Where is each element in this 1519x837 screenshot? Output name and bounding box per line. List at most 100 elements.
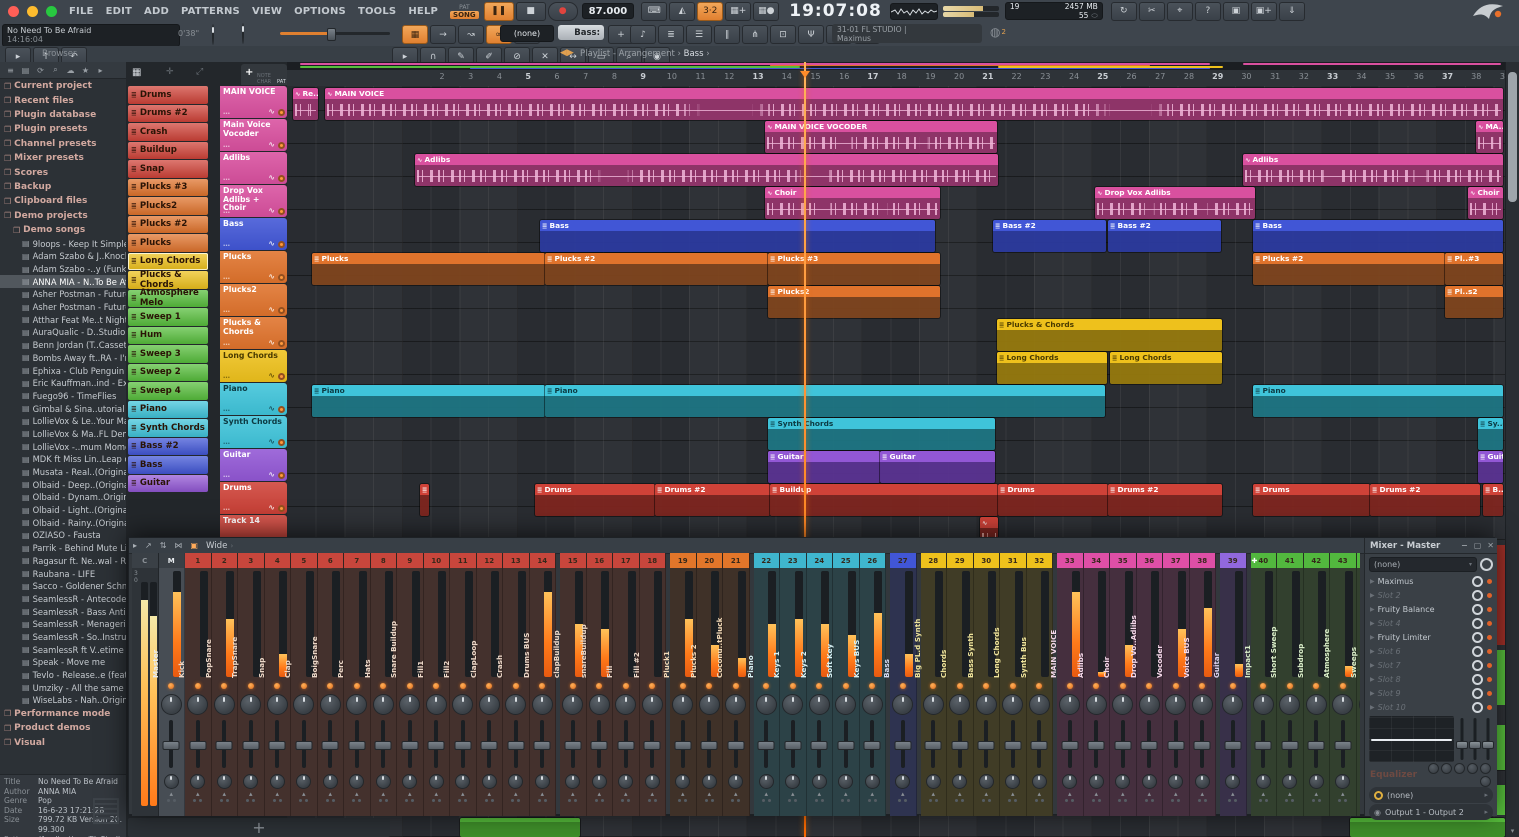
clip[interactable]: ≣Pl..s2 (1445, 286, 1503, 318)
send-knob[interactable] (833, 772, 859, 790)
browser-item[interactable]: ❒Demo projects (0, 209, 126, 223)
browser-item[interactable]: ❒Scores (0, 165, 126, 179)
route-arrow-icon[interactable]: ▴ (707, 790, 711, 798)
cloud-icon[interactable]: ☁ (63, 66, 78, 75)
mute-led[interactable] (371, 680, 397, 692)
clip[interactable]: ≣Bass (1253, 220, 1503, 252)
star-icon[interactable]: ★ (78, 66, 93, 75)
menu-edit[interactable]: EDIT (100, 6, 138, 17)
clip[interactable]: ≣Pl..#3 (1445, 253, 1503, 285)
step-edit-icon[interactable]: ▦ (402, 25, 428, 44)
effect-slot[interactable]: ▶Fruity Balance (1365, 602, 1497, 616)
browser-item[interactable]: ▤Asher Postman - Future Bass (0, 288, 126, 301)
view-icon[interactable]: ▣ (186, 541, 202, 550)
fader-handle[interactable] (591, 741, 608, 750)
scroll-down-icon[interactable]: ▾ (1506, 827, 1519, 835)
volume-fader[interactable] (159, 716, 185, 772)
track-header[interactable]: MAIN VOICE…∿ (220, 86, 287, 118)
volume-fader[interactable] (1277, 716, 1303, 772)
browser-item[interactable]: ▤Bombs Away ft..RA - I'm Awake (0, 351, 126, 364)
pan-knob[interactable] (238, 692, 264, 716)
send-knob[interactable] (1057, 772, 1083, 790)
tempo-display[interactable]: 87.000 (582, 3, 635, 19)
mute-led[interactable] (1027, 680, 1053, 692)
mute-led[interactable] (344, 680, 370, 692)
pan-knob[interactable] (1220, 692, 1246, 716)
pan-knob[interactable] (344, 692, 370, 716)
menu-help[interactable]: HELP (402, 6, 444, 17)
oscilloscope[interactable] (890, 3, 938, 20)
slot-enable-led[interactable] (1487, 677, 1492, 682)
mute-led[interactable] (1137, 680, 1163, 692)
send-knob[interactable] (530, 772, 556, 790)
route-arrow-icon[interactable]: ▴ (1231, 790, 1235, 798)
browser-item[interactable]: ❒Product demos (0, 721, 126, 735)
routing-icon[interactable]: ⋔ (742, 25, 768, 44)
track-options-icon[interactable]: … (223, 108, 230, 117)
clip[interactable]: ≣Plucks #2 (545, 253, 768, 285)
fader-handle[interactable] (1167, 741, 1184, 750)
piano-roll-icon[interactable]: ♪ (630, 25, 656, 44)
eq-graph[interactable] (1369, 716, 1454, 762)
send-knob[interactable] (670, 772, 696, 790)
eq-knob[interactable] (1441, 763, 1452, 774)
pattern-item[interactable]: ≣Plucks #3 (128, 179, 208, 197)
mute-led[interactable] (424, 680, 450, 692)
fader-handle[interactable] (295, 741, 312, 750)
pattern-item[interactable]: ≣Hum (128, 327, 208, 345)
send-knob[interactable] (974, 772, 1000, 790)
slot-enable-led[interactable] (1487, 579, 1492, 584)
route-arrow-icon[interactable]: ▴ (355, 790, 359, 798)
route-arrow-icon[interactable]: ▴ (408, 790, 412, 798)
route-arrow-icon[interactable]: ▴ (958, 790, 962, 798)
route-arrow-icon[interactable]: ▴ (434, 790, 438, 798)
browser-item[interactable]: ▤Atthar Feat Me..t Night feeling (0, 313, 126, 326)
mute-led[interactable] (503, 680, 529, 692)
track-options-icon[interactable]: … (223, 372, 230, 381)
menu-view[interactable]: VIEW (246, 6, 288, 17)
route-arrow-icon[interactable]: ▴ (222, 790, 226, 798)
link-icon[interactable]: ↗ (141, 541, 156, 550)
browser-item[interactable]: ▤SeamlessR - Antecoder (0, 593, 126, 606)
save-icon[interactable]: ▣ (1223, 2, 1249, 21)
route-arrow-icon[interactable]: ▴ (817, 790, 821, 798)
route-arrow-icon[interactable]: ▴ (931, 790, 935, 798)
clip[interactable]: ∿Choir (765, 187, 940, 219)
pattern-item[interactable]: ≣Synth Chords (128, 419, 208, 437)
fader-handle[interactable] (348, 741, 365, 750)
stereo-knob[interactable] (159, 772, 185, 790)
mute-led[interactable] (1163, 680, 1189, 692)
pattern-item[interactable]: ≣Atmosphere Melo (128, 290, 208, 308)
route-arrow-icon[interactable]: ▴ (1037, 790, 1041, 798)
track-mute-icon[interactable] (278, 175, 285, 182)
pan-knob[interactable] (670, 692, 696, 716)
shuffle-slider[interactable] (280, 32, 390, 35)
clip[interactable]: ≣ (420, 484, 429, 516)
pan-knob[interactable] (371, 692, 397, 716)
slot-mix-knob[interactable] (1472, 590, 1483, 601)
clip[interactable]: ≣Plucks & Chords (997, 319, 1222, 351)
volume-fader[interactable] (371, 716, 397, 772)
send-knob[interactable] (1330, 772, 1356, 790)
send-knob[interactable] (947, 772, 973, 790)
pattern-item[interactable]: ≣Sweep 1 (128, 308, 208, 326)
fader-handle[interactable] (837, 741, 854, 750)
track-mute-icon[interactable] (278, 241, 285, 248)
send-knob[interactable] (450, 772, 476, 790)
pan-knob[interactable] (860, 692, 886, 716)
fader-handle[interactable] (507, 741, 524, 750)
clip[interactable]: ≣Piano (312, 385, 545, 417)
menu-file[interactable]: FILE (63, 6, 100, 17)
blend-notes-icon[interactable]: ▦+ (725, 2, 751, 21)
clip[interactable]: ≣Piano (1253, 385, 1503, 417)
browser-item[interactable]: ❒Demo songs (0, 223, 126, 237)
route-arrow-icon[interactable]: ▴ (302, 790, 306, 798)
clip[interactable]: ≣Drums #2 (1108, 484, 1222, 516)
clip[interactable]: ≣Plucks2 (768, 286, 940, 318)
clip[interactable]: ≣Long Chords (1110, 352, 1222, 384)
find-icon[interactable]: ⌕ (48, 65, 63, 75)
route-arrow-icon[interactable]: ▴ (487, 790, 491, 798)
picker-zoom-icon[interactable]: ⤢ (196, 67, 203, 77)
route-arrow-icon[interactable]: ▴ (791, 790, 795, 798)
browser-item[interactable]: ▤LollieVox & Le..Your Madonna (0, 415, 126, 428)
